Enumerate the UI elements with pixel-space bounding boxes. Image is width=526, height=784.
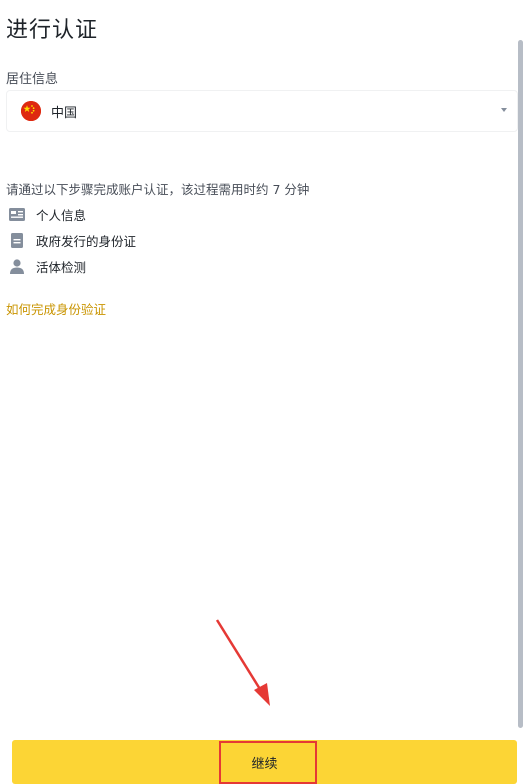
china-flag-icon [21, 101, 41, 121]
step-personal-info: 个人信息 [8, 205, 86, 224]
page-title: 进行认证 [6, 18, 99, 43]
step-label: 政府发行的身份证 [36, 234, 137, 249]
residence-label: 居住信息 [6, 72, 59, 87]
country-value: 中国 [51, 105, 78, 121]
id-card-icon [8, 207, 26, 223]
steps-intro: 请通过以下步骤完成账户认证，该过程需用时约 7 分钟 [6, 182, 310, 197]
step-liveness-check: 活体检测 [8, 257, 86, 276]
step-label: 个人信息 [36, 208, 87, 223]
scrollbar-thumb[interactable] [518, 40, 523, 728]
how-to-verify-link[interactable]: 如何完成身份验证 [6, 299, 106, 318]
country-select[interactable]: 中国 [6, 90, 518, 132]
chevron-down-icon [501, 108, 507, 112]
step-government-id: 政府发行的身份证 [8, 231, 136, 250]
person-icon [8, 259, 26, 275]
annotation-arrow-icon [215, 619, 270, 706]
step-label: 活体检测 [36, 260, 87, 275]
continue-button[interactable]: 继续 [12, 740, 517, 784]
document-icon [8, 233, 26, 249]
